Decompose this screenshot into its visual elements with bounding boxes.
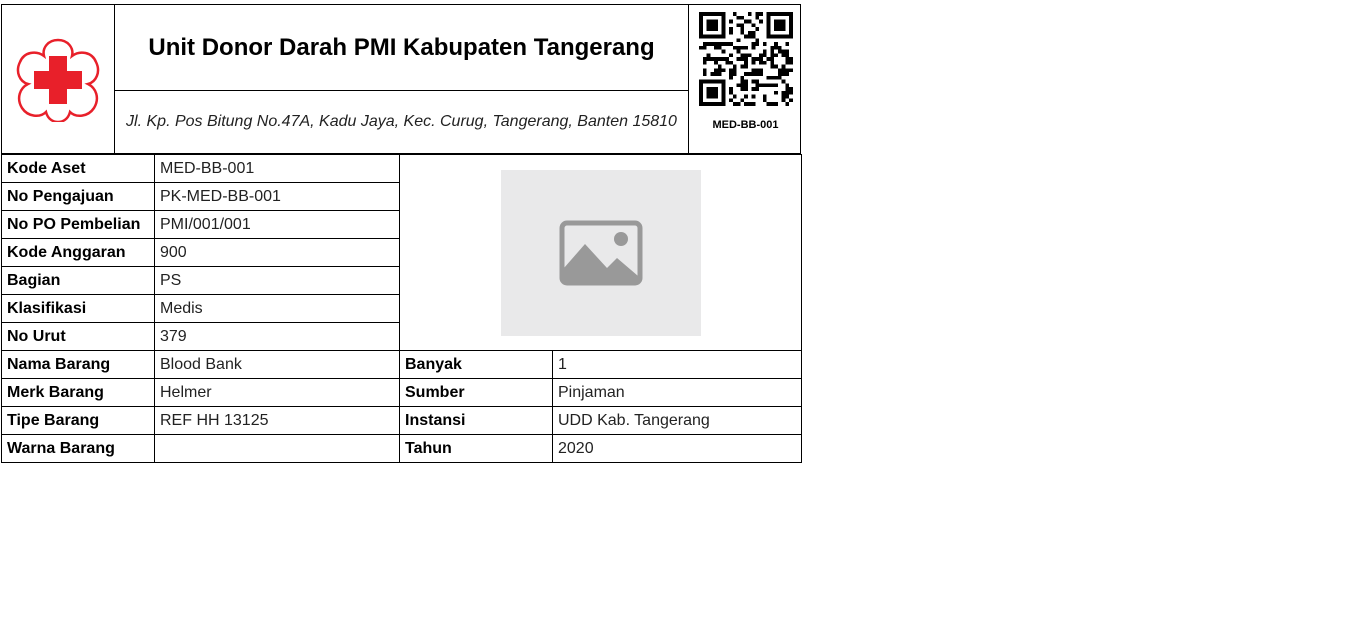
qr-cell: MED-BB-001 [689,5,802,153]
card-header: Unit Donor Darah PMI Kabupaten Tangerang… [1,4,801,154]
field-label: Instansi [399,406,553,435]
table-row: Warna Barang Tahun 2020 [1,434,802,463]
organization-title: Unit Donor Darah PMI Kabupaten Tangerang [115,5,688,91]
field-value: 379 [154,322,400,351]
field-label: Banyak [399,350,553,379]
field-value: Pinjaman [552,378,802,407]
organization-address: Jl. Kp. Pos Bitung No.47A, Kadu Jaya, Ke… [126,113,677,130]
field-label: Tipe Barang [1,406,155,435]
field-value: REF HH 13125 [154,406,400,435]
table-row: Nama Barang Blood Bank Banyak 1 [1,350,802,379]
field-label: Warna Barang [1,434,155,463]
asset-label-card: Unit Donor Darah PMI Kabupaten Tangerang… [1,4,802,463]
title-cell: Unit Donor Darah PMI Kabupaten Tangerang… [115,5,689,153]
table-row: Kode Aset MED-BB-001 [1,154,802,351]
field-label: Merk Barang [1,378,155,407]
field-value: 1 [552,350,802,379]
field-value: 900 [154,238,400,267]
field-label: No Urut [1,322,155,351]
table-row: Merk Barang Helmer Sumber Pinjaman [1,378,802,407]
field-label: Tahun [399,434,553,463]
asset-details-table: Kode Aset MED-BB-001 No Pengajuan PK-MED… [1,154,802,463]
field-label: Kode Aset [1,154,155,183]
logo-cell [2,5,115,153]
field-value: 2020 [552,434,802,463]
field-value: Blood Bank [154,350,400,379]
image-placeholder-icon [559,220,642,285]
field-value: PMI/001/001 [154,210,400,239]
field-value: PK-MED-BB-001 [154,182,400,211]
field-value: Helmer [154,378,400,407]
field-label: Kode Anggaran [1,238,155,267]
field-label: No Pengajuan [1,182,155,211]
field-value [154,434,400,463]
field-value: Medis [154,294,400,323]
table-row: Tipe Barang REF HH 13125 Instansi UDD Ka… [1,406,802,435]
field-value: MED-BB-001 [154,154,400,183]
field-label: Nama Barang [1,350,155,379]
photo-cell [399,154,802,351]
field-value: PS [154,266,400,295]
field-label: Sumber [399,378,553,407]
photo-placeholder [500,169,701,336]
qr-code-icon [698,12,793,106]
field-label: Bagian [1,266,155,295]
field-value: UDD Kab. Tangerang [552,406,802,435]
pmi-red-cross-logo-icon [16,38,100,122]
field-label: Klasifikasi [1,294,155,323]
qr-code-label: MED-BB-001 [712,119,779,131]
field-label: No PO Pembelian [1,210,155,239]
